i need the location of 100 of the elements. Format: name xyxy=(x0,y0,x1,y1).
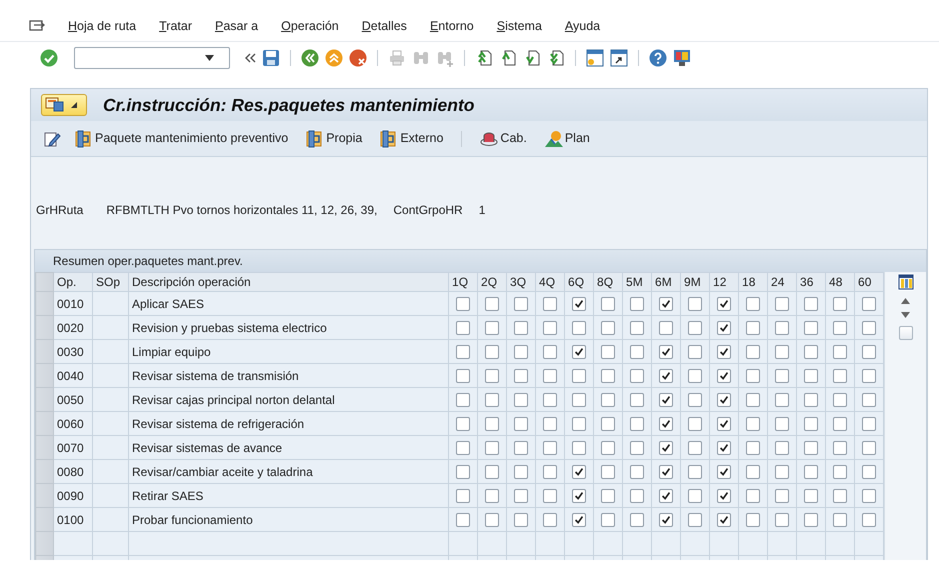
checkbox[interactable] xyxy=(688,345,702,360)
checkbox[interactable] xyxy=(775,513,790,528)
checkbox[interactable] xyxy=(804,513,818,528)
column-header[interactable]: 4Q xyxy=(536,272,565,292)
checkbox[interactable] xyxy=(514,417,528,432)
menu-item[interactable]: Detalles xyxy=(362,17,407,36)
next-page-icon[interactable] xyxy=(523,49,541,67)
checkbox[interactable] xyxy=(572,465,586,480)
checkbox[interactable] xyxy=(659,489,674,504)
checkbox[interactable] xyxy=(862,369,876,384)
column-header[interactable]: 24 xyxy=(768,272,797,292)
toolbar-button[interactable]: Cab. xyxy=(476,127,531,150)
column-header[interactable]: 2Q xyxy=(478,272,507,292)
checkbox[interactable] xyxy=(804,393,818,408)
checkbox[interactable] xyxy=(514,393,528,408)
checkbox[interactable] xyxy=(543,441,558,456)
column-header[interactable]: 12 xyxy=(710,272,739,292)
checkbox[interactable] xyxy=(833,441,848,456)
checkbox[interactable] xyxy=(833,489,848,504)
column-header[interactable]: SOp xyxy=(92,272,128,292)
menu-item[interactable]: Operación xyxy=(281,17,339,36)
checkbox[interactable] xyxy=(717,345,732,360)
checkbox[interactable] xyxy=(485,441,500,456)
checkbox[interactable] xyxy=(862,297,876,312)
checkbox[interactable] xyxy=(804,465,818,480)
last-page-icon[interactable] xyxy=(547,49,565,67)
checkbox[interactable] xyxy=(514,513,528,528)
checkbox[interactable] xyxy=(659,393,674,408)
checkbox[interactable] xyxy=(804,297,818,312)
column-header[interactable]: 5M xyxy=(622,272,652,292)
checkbox[interactable] xyxy=(804,321,818,336)
checkbox[interactable] xyxy=(833,393,848,408)
checkbox[interactable] xyxy=(485,345,500,360)
edit-icon[interactable] xyxy=(43,130,61,148)
checkbox[interactable] xyxy=(688,393,702,408)
menu-item[interactable]: Tratar xyxy=(159,17,192,36)
toolbar-button[interactable]: Paquete mantenimiento preventivo xyxy=(71,127,292,150)
enter-icon[interactable] xyxy=(40,49,58,67)
checkbox[interactable] xyxy=(746,465,760,480)
checkbox[interactable] xyxy=(630,489,644,504)
exit-icon[interactable] xyxy=(325,49,343,67)
checkbox[interactable] xyxy=(485,297,500,312)
checkbox[interactable] xyxy=(572,489,586,504)
checkbox[interactable] xyxy=(572,297,586,312)
checkbox[interactable] xyxy=(746,297,760,312)
menu-item[interactable]: Ayuda xyxy=(564,17,600,36)
checkbox[interactable] xyxy=(717,393,732,408)
menu-item[interactable]: Hoja de ruta xyxy=(68,17,136,36)
checkbox[interactable] xyxy=(630,369,644,384)
monitor-icon[interactable] xyxy=(673,49,691,67)
checkbox[interactable] xyxy=(659,297,674,312)
checkbox[interactable] xyxy=(862,321,876,336)
checkbox[interactable] xyxy=(688,489,702,504)
checkbox[interactable] xyxy=(775,345,790,360)
column-header[interactable]: 3Q xyxy=(506,272,536,292)
checkbox[interactable] xyxy=(572,393,586,408)
checkbox[interactable] xyxy=(601,393,616,408)
checkbox[interactable] xyxy=(601,297,616,312)
checkbox[interactable] xyxy=(862,441,876,456)
checkbox[interactable] xyxy=(659,345,674,360)
column-header[interactable]: 60 xyxy=(854,272,884,292)
column-header[interactable]: Op. xyxy=(54,272,92,292)
checkbox[interactable] xyxy=(456,321,470,336)
print-icon[interactable] xyxy=(388,49,406,67)
checkbox[interactable] xyxy=(862,345,876,360)
checkbox[interactable] xyxy=(804,489,818,504)
column-header[interactable]: 6Q xyxy=(564,272,594,292)
checkbox[interactable] xyxy=(514,441,528,456)
menu-item[interactable]: Entorno xyxy=(430,17,474,36)
checkbox[interactable] xyxy=(514,297,528,312)
new-session-icon[interactable] xyxy=(586,49,604,67)
checkbox[interactable] xyxy=(601,513,616,528)
checkbox[interactable] xyxy=(456,513,470,528)
checkbox[interactable] xyxy=(601,369,616,384)
checkbox[interactable] xyxy=(775,369,790,384)
checkbox[interactable] xyxy=(775,489,790,504)
checkbox[interactable] xyxy=(485,369,500,384)
checkbox[interactable] xyxy=(543,393,558,408)
checkbox[interactable] xyxy=(630,417,644,432)
column-header[interactable]: 6M xyxy=(652,272,681,292)
checkbox[interactable] xyxy=(688,321,702,336)
checkbox[interactable] xyxy=(746,345,760,360)
scroll-down-icon[interactable] xyxy=(901,312,910,318)
checkbox[interactable] xyxy=(514,489,528,504)
collapse-icon[interactable] xyxy=(244,53,256,63)
checkbox[interactable] xyxy=(833,465,848,480)
toolbar-button[interactable]: Propia xyxy=(302,127,366,150)
checkbox[interactable] xyxy=(630,321,644,336)
checkbox[interactable] xyxy=(804,369,818,384)
checkbox[interactable] xyxy=(746,513,760,528)
previous-page-icon[interactable] xyxy=(499,49,517,67)
checkbox[interactable] xyxy=(717,369,732,384)
checkbox[interactable] xyxy=(601,345,616,360)
checkbox[interactable] xyxy=(601,465,616,480)
toolbar-button[interactable]: Plan xyxy=(540,127,594,150)
checkbox[interactable] xyxy=(543,345,558,360)
checkbox[interactable] xyxy=(746,369,760,384)
shortcut-icon[interactable] xyxy=(610,49,628,67)
menu-item[interactable]: Sistema xyxy=(496,17,542,36)
checkbox[interactable] xyxy=(688,465,702,480)
